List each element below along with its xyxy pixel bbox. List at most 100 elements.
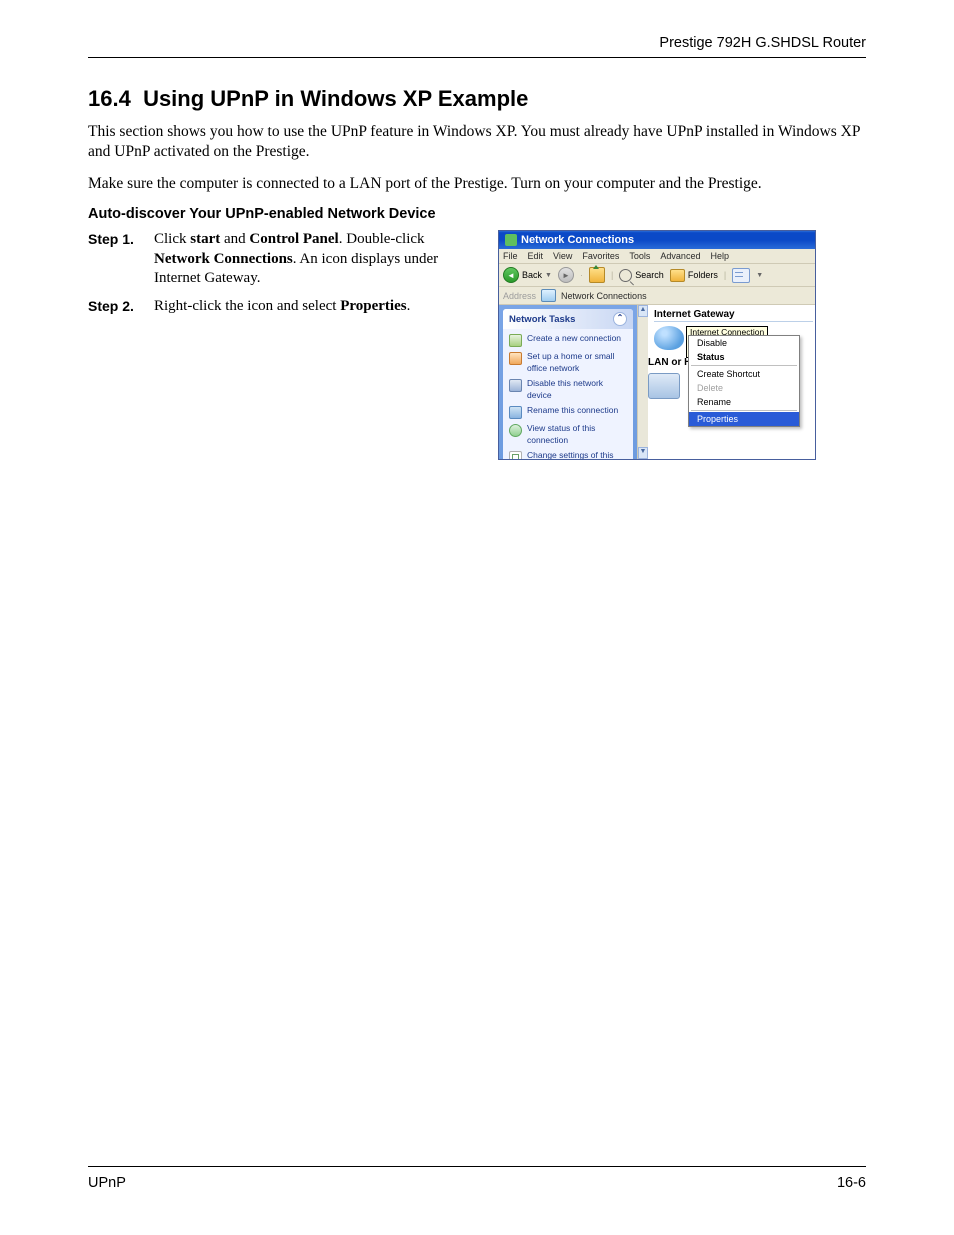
page-header-product: Prestige 792H G.SHDSL Router: [88, 35, 866, 57]
lan-connection-icon[interactable]: [648, 373, 680, 399]
folders-icon: [670, 269, 685, 282]
sidebar-scrollbar[interactable]: ▲ ▼: [637, 305, 648, 459]
step-1-mid1: and: [220, 231, 249, 247]
toolbar-divider-1: |: [611, 270, 613, 280]
context-status[interactable]: Status: [689, 350, 799, 364]
views-button[interactable]: [732, 268, 750, 283]
search-label: Search: [635, 270, 664, 280]
task-rename-connection[interactable]: Rename this connection: [509, 405, 627, 419]
new-connection-icon: [509, 334, 522, 347]
step-2-pre: Right-click the icon and select: [154, 298, 340, 314]
scroll-down-arrow-icon[interactable]: ▼: [638, 447, 648, 459]
forward-button[interactable]: ►: [558, 267, 574, 283]
menu-help[interactable]: Help: [710, 251, 729, 261]
xp-sidebar: Network Tasks ⌃ Create a new connection …: [499, 305, 637, 459]
context-status-label: Status: [697, 352, 725, 362]
xp-window: Network Connections File Edit View Favor…: [498, 230, 816, 460]
xp-window-title: Network Connections: [521, 234, 634, 246]
search-icon: [619, 269, 632, 282]
task-change-settings[interactable]: Change settings of this connection: [509, 450, 627, 459]
network-connections-icon: [505, 234, 517, 246]
scroll-up-arrow-icon[interactable]: ▲: [638, 305, 648, 317]
toolbar-sep: ·: [580, 270, 583, 280]
context-separator-2: [691, 410, 797, 411]
network-tasks-panel: Network Tasks ⌃ Create a new connection …: [503, 309, 633, 459]
footer-left: UPnP: [88, 1175, 126, 1191]
address-static-label: Address: [503, 291, 536, 301]
step-1-bold-controlpanel: Control Panel: [249, 231, 338, 247]
chevron-up-icon: ⌃: [613, 312, 627, 326]
search-button[interactable]: Search: [619, 269, 664, 282]
group-lan: LAN or H: [648, 357, 691, 368]
back-button[interactable]: ◄ Back ▼: [503, 267, 552, 283]
views-dropdown-icon: ▼: [756, 272, 763, 279]
step-1-text: Click start and Control Panel. Double-cl…: [154, 230, 480, 289]
menu-view[interactable]: View: [553, 251, 572, 261]
step-1-bold-network: Network Connections: [154, 251, 293, 267]
menu-edit[interactable]: Edit: [528, 251, 544, 261]
context-separator-1: [691, 365, 797, 366]
section-title-text: Using UPnP in Windows XP Example: [143, 86, 528, 111]
menu-file[interactable]: File: [503, 251, 518, 261]
xp-content-pane: Internet Gateway Internet Connection Ena…: [648, 305, 815, 459]
step-1-label: Step 1.: [88, 230, 154, 289]
toolbar-divider-2: |: [724, 270, 726, 280]
context-create-shortcut[interactable]: Create Shortcut: [689, 367, 799, 381]
task-setup-label: Set up a home or small office network: [527, 351, 627, 374]
section-number: 16.4: [88, 86, 131, 111]
steps-list: Step 1. Click start and Control Panel. D…: [88, 230, 480, 324]
menu-advanced[interactable]: Advanced: [660, 251, 700, 261]
back-arrow-icon: ◄: [503, 267, 519, 283]
step-2-label: Step 2.: [88, 297, 154, 317]
network-tasks-title: Network Tasks: [509, 314, 575, 325]
group-internet-gateway: Internet Gateway: [654, 309, 813, 322]
task-disable-device[interactable]: Disable this network device: [509, 378, 627, 401]
section-title: 16.4 Using UPnP in Windows XP Example: [88, 86, 866, 112]
page-footer: UPnP 16-6: [88, 1175, 866, 1191]
menu-favorites[interactable]: Favorites: [582, 251, 619, 261]
step-1-mid2: . Double-click: [339, 231, 425, 247]
task-setup-network[interactable]: Set up a home or small office network: [509, 351, 627, 374]
folders-button[interactable]: Folders: [670, 269, 718, 282]
header-rule: [88, 57, 866, 58]
task-settings-label: Change settings of this connection: [527, 450, 627, 459]
network-tasks-header[interactable]: Network Tasks ⌃: [503, 309, 633, 329]
step-2-post: .: [407, 298, 411, 314]
context-properties[interactable]: Properties: [689, 412, 799, 426]
up-folder-button[interactable]: [589, 267, 605, 283]
footer-rule: [88, 1166, 866, 1167]
xp-addressbar: Address Network Connections: [499, 287, 815, 305]
xp-menubar: File Edit View Favorites Tools Advanced …: [499, 249, 815, 264]
subheading-autodiscover: Auto-discover Your UPnP-enabled Network …: [88, 206, 866, 222]
task-create-connection[interactable]: Create a new connection: [509, 333, 627, 347]
network-tasks-list: Create a new connection Set up a home or…: [503, 329, 633, 459]
paragraph-2: Make sure the computer is connected to a…: [88, 174, 866, 194]
settings-icon: [509, 451, 522, 459]
address-value[interactable]: Network Connections: [561, 291, 647, 301]
globe-icon: [654, 326, 684, 350]
task-status-label: View status of this connection: [527, 423, 627, 446]
rename-icon: [509, 406, 522, 419]
task-disable-label: Disable this network device: [527, 378, 627, 401]
step-1-bold-start: start: [190, 231, 220, 247]
xp-titlebar[interactable]: Network Connections: [499, 231, 815, 249]
context-menu: Disable Status Create Shortcut Delete Re…: [688, 335, 800, 427]
home-network-icon: [509, 352, 522, 365]
task-rename-label: Rename this connection: [527, 405, 618, 419]
step-2: Step 2. Right-click the icon and select …: [88, 297, 480, 317]
task-view-status[interactable]: View status of this connection: [509, 423, 627, 446]
xp-body: Network Tasks ⌃ Create a new connection …: [499, 305, 815, 459]
footer-right: 16-6: [837, 1175, 866, 1191]
step-2-bold-properties: Properties: [340, 298, 406, 314]
step-1: Step 1. Click start and Control Panel. D…: [88, 230, 480, 289]
task-create-label: Create a new connection: [527, 333, 621, 347]
disable-device-icon: [509, 379, 522, 392]
step-1-pre: Click: [154, 231, 190, 247]
folders-label: Folders: [688, 270, 718, 280]
context-disable[interactable]: Disable: [689, 336, 799, 350]
xp-toolbar: ◄ Back ▼ ► · | Search Folders | ▼: [499, 264, 815, 287]
context-rename[interactable]: Rename: [689, 395, 799, 409]
back-label: Back: [522, 270, 542, 280]
status-icon: [509, 424, 522, 437]
menu-tools[interactable]: Tools: [629, 251, 650, 261]
